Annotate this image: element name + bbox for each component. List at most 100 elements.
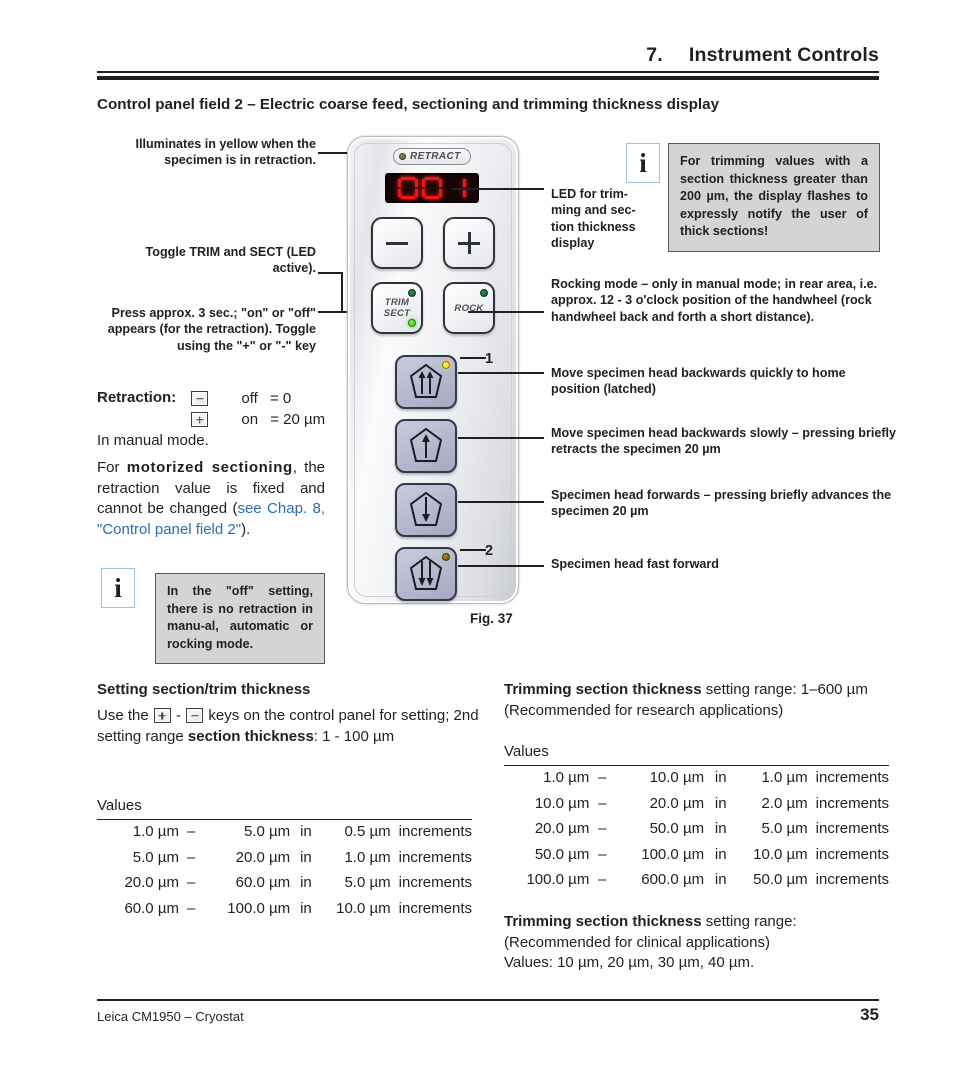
trimming-research-intro: Trimming section thickness setting range… [504,680,899,721]
table-row: 20.0 µm – 60.0 µm in 5.0 µm increments [124,874,472,891]
retraction-off-word: off [241,390,258,407]
leader-line-btn2 [458,437,544,439]
plus-key-icon [191,412,209,427]
trimming-clinical-term: Trimming section thickness [504,913,702,930]
retraction-on-value: = 20 µm [270,411,326,428]
single-up-arrow-icon [397,421,455,471]
minus-key-icon-inline [186,708,204,723]
trim-led-icon [408,289,416,297]
callout-head-back-slow: Move specimen head backwards slowly – pr… [551,426,897,457]
plus-button[interactable] [443,217,495,269]
marker-2: 2 [485,543,494,559]
setting-values-table: 1.0 µm – 5.0 µm in 0.5 µm increments 5.0… [97,818,472,922]
setting-values-tbody: 1.0 µm – 5.0 µm in 0.5 µm increments 5.0… [97,819,472,922]
retraction-label: Retraction [97,389,172,406]
leader-line-btn3 [458,501,544,503]
retraction-manual-mode: In manual mode. [97,432,209,449]
retraction-motorized-note: For motorized sectioning, the retraction… [97,459,326,538]
retraction-off-value: = 0 [269,390,292,407]
table-row: 60.0 µm – 100.0 µm in 10.0 µm increments [124,899,472,917]
table-row: 20.0 µm – 50.0 µm in 5.0 µm increments [534,820,889,837]
figure-caption: Fig. 37 [470,611,513,626]
callout-press-3-sec: Press approx. 3 sec.; "on" or "off" appe… [107,306,316,353]
info-icon-bottom: i [101,568,135,608]
callout-retract-led: Illuminates in yellow when the specimen … [135,137,316,168]
setting-values-block: Values 1.0 µm – 5.0 µm in 0.5 µm increme… [97,796,472,922]
manual-page: 7. Instrument Controls Control panel fiel… [0,0,954,1080]
trim-sect-button[interactable]: TRIM SECT [371,282,423,334]
plus-icon [445,219,493,267]
leader-line-marker2 [460,549,486,551]
head-forward-slow-button[interactable] [395,483,457,537]
setting-section-instructions: Use the - keys on the control panel for … [97,707,479,745]
rock-button[interactable]: ROCK [443,282,495,334]
head-forward-fast-led-icon [442,553,450,561]
info-icon-top: i [626,143,660,183]
table-row: 1.0 µm – 10.0 µm in 1.0 µm increments [543,769,889,786]
retract-led-icon [399,153,406,160]
leader-line-trim-b [341,272,343,312]
leader-line-trim-a [318,272,342,274]
callout-head-forward: Specimen head forwards – pressing briefl… [551,488,892,519]
minus-icon [373,219,421,267]
leader-line-rock [468,311,544,313]
leader-line-display [452,188,544,190]
trimming-clinical-values: Values: 10 µm, 20 µm, 30 µm, 40 µm. [504,954,755,971]
trimming-research-term: Trimming section thickness [504,681,702,698]
setting-section-heading: Setting section/trim thickness [97,681,311,698]
footer-rule [97,999,879,1001]
section-title: Control panel field 2 – Electric coarse … [97,96,720,113]
table-row: 10.0 µm – 20.0 µm in 2.0 µm increments [534,794,889,812]
note-off-setting: In the "off" setting, there is no retrac… [155,573,325,664]
setting-values-label: Values [97,797,142,814]
callout-rocking-mode: Rocking mode – only in manual mode; in r… [551,277,878,324]
sect-led-icon [408,319,416,327]
minus-button[interactable] [371,217,423,269]
retract-indicator: RETRACT [393,148,471,165]
led-digit-2 [422,177,442,199]
plus-key-icon-inline [153,708,171,723]
header-rule-thick [97,76,879,80]
trimming-clinical-recommended: (Recommended for clinical applications) [504,933,770,951]
leader-line-trim-c [318,311,342,313]
header-rule-thin [97,71,879,73]
retraction-block: Retraction: off = 0 on = 20 µm [97,389,326,428]
trimming-research-recommended: (Recommended for research applications) [504,701,784,719]
head-backward-fast-led-icon [442,361,450,369]
trimming-research-values-block: Values 1.0 µm – 10.0 µm in 1.0 µm increm… [504,742,894,893]
trimming-research-values-label: Values [504,743,549,760]
footer-product: Leica CM1950 – Cryostat [97,1009,244,1024]
callout-head-fast-forward: Specimen head fast forward [551,557,719,571]
table-row: 1.0 µm – 5.0 µm in 0.5 µm increments [132,823,472,840]
section-thickness-term: section thickness [187,727,314,745]
retract-label: RETRACT [410,151,461,162]
callout-toggle-trim-sect: Toggle TRIM and SECT (LED active). [145,245,316,276]
rock-led-icon [480,289,488,297]
head-backward-fast-button[interactable] [395,355,457,409]
head-forward-fast-button[interactable] [395,547,457,601]
trimming-research-tbody: 1.0 µm – 10.0 µm in 1.0 µm increments 10… [504,765,889,893]
page-number: 35 [860,1005,879,1024]
head-backward-slow-button[interactable] [395,419,457,473]
callout-head-back-fast: Move specimen head backwards quickly to … [551,366,846,397]
leader-line-btn4 [458,565,544,567]
table-row: 100.0 µm – 600.0 µm in 50.0 µm increment… [526,871,889,888]
callout-led-display: LED for trim-ming and sec-tion thickness… [551,187,636,250]
led-digit-1 [398,177,418,199]
retraction-on-word: on [241,411,259,428]
control-panel-illustration: RETRACT TRIM SECT ROCK [347,136,519,604]
table-row: 50.0 µm – 100.0 µm in 10.0 µm increments [534,845,889,863]
leader-line-marker1 [460,357,486,359]
single-down-arrow-icon [397,485,455,535]
trimming-research-table: 1.0 µm – 10.0 µm in 1.0 µm increments 10… [504,764,889,894]
trimming-clinical-block: Trimming section thickness setting range… [504,912,899,974]
chapter-number: 7. [646,44,663,66]
motorized-sectioning-term: motorized sectioning [126,459,293,476]
page-header: 7. Instrument Controls [646,44,879,67]
chapter-title: Instrument Controls [688,44,879,66]
marker-1: 1 [485,351,494,367]
table-row: 5.0 µm – 20.0 µm in 1.0 µm increments [132,848,472,866]
minus-key-icon [191,391,209,406]
leader-line-btn1 [458,372,544,374]
note-trimming-flash: For trimming values with a section thick… [668,143,880,252]
